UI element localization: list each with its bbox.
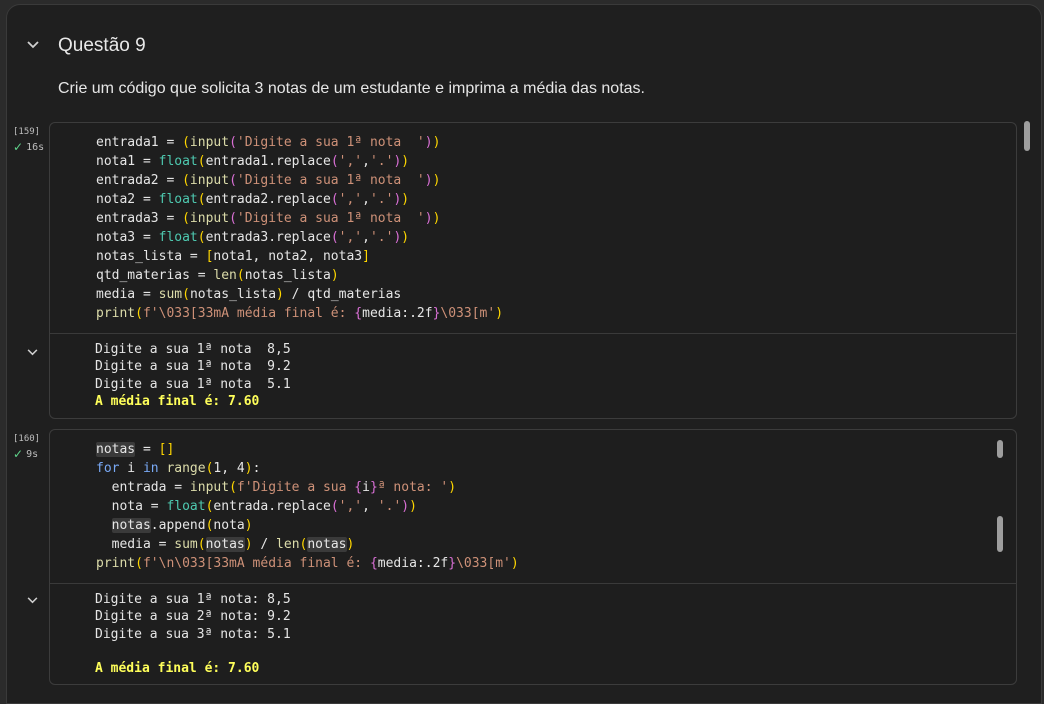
output-text: Digite a sua 1ª nota 8,5 Digite a sua 1ª… — [50, 334, 1016, 410]
execution-duration: 9s — [26, 448, 39, 460]
code-editor[interactable]: notas = [] for i in range(1, 4): entrada… — [50, 430, 1016, 573]
check-icon: ✓ — [13, 140, 24, 154]
execution-status: ✓ 16s — [13, 140, 53, 154]
output-collapse-chevron-down-icon[interactable] — [22, 590, 42, 610]
cell-output: Digite a sua 1ª nota: 8,5 Digite a sua 2… — [27, 583, 1016, 686]
code-line: nota3 = float(entrada3.replace(',','.')) — [96, 230, 410, 245]
output-line: Digite a sua 1ª nota 5.1 — [95, 376, 291, 392]
code-line: nota1 = float(entrada1.replace(',','.')) — [96, 154, 410, 169]
code-line: notas.append(nota) — [111, 518, 253, 533]
code-line: for i in range(1, 4): — [96, 461, 261, 476]
code-line: media = sum(notas_lista) / qtd_materias — [96, 287, 402, 302]
cell-output: Digite a sua 1ª nota 8,5 Digite a sua 1ª… — [27, 333, 1016, 420]
code-line: nota = float(entrada.replace(',', '.')) — [96, 499, 417, 514]
cell-execution-info: [159] ✓ 16s — [13, 127, 53, 154]
section-description: Crie um código que solicita 3 notas de u… — [58, 80, 645, 97]
output-line: Digite a sua 2ª nota: 9.2 — [95, 609, 291, 625]
code-line: entrada1 = (input('Digite a sua 1ª nota … — [96, 135, 441, 150]
code-line: print(f'\033[33mA média final é: {media:… — [96, 306, 504, 321]
section-title: Questão 9 — [58, 35, 146, 56]
code-cell-159[interactable]: entrada1 = (input('Digite a sua 1ª nota … — [27, 122, 1017, 420]
output-collapse-chevron-down-icon[interactable] — [22, 342, 42, 362]
output-result: A média final é: 7.60 — [95, 393, 260, 409]
code-line: notas = [] — [96, 442, 175, 457]
code-cell-160[interactable]: notas = [] for i in range(1, 4): entrada… — [27, 429, 1017, 686]
code-line: entrada = input(f'Digite a sua {i}ª nota… — [96, 480, 457, 495]
editor-scroll-marker — [997, 440, 1003, 458]
execution-status: ✓ 9s — [13, 447, 53, 461]
execution-count: [160] — [13, 434, 41, 444]
output-line: Digite a sua 1ª nota 8,5 — [95, 342, 291, 357]
notebook-section: Questão 9 Crie um código que solicita 3 … — [6, 4, 1042, 704]
editor-scrollbar-thumb[interactable] — [997, 516, 1003, 552]
execution-duration: 16s — [26, 141, 45, 153]
scrollbar-thumb[interactable] — [1024, 121, 1030, 151]
output-line: Digite a sua 3ª nota: 5.1 — [95, 626, 291, 642]
output-line: Digite a sua 1ª nota 9.2 — [95, 359, 291, 375]
section-collapse-chevron-down-icon[interactable] — [23, 35, 43, 55]
code-line: qtd_materias = len(notas_lista) — [96, 268, 339, 283]
code-line: notas_lista = [nota1, nota2, nota3] — [96, 249, 370, 264]
code-line: print(f'\n\033[33mA média final é: {medi… — [96, 556, 519, 571]
code-line: media = sum(notas) / len(notas) — [96, 537, 355, 552]
cell-execution-info: [160] ✓ 9s — [13, 434, 53, 461]
code-line: entrada2 = (input('Digite a sua 1ª nota … — [96, 173, 441, 188]
execution-count: [159] — [13, 127, 41, 137]
output-line: Digite a sua 1ª nota: 8,5 — [95, 592, 291, 607]
code-line: entrada3 = (input('Digite a sua 1ª nota … — [96, 211, 441, 226]
code-editor[interactable]: entrada1 = (input('Digite a sua 1ª nota … — [50, 123, 1016, 323]
code-line: nota2 = float(entrada2.replace(',','.')) — [96, 192, 410, 207]
output-result: A média final é: 7.60 — [95, 661, 260, 677]
check-icon: ✓ — [13, 447, 24, 461]
output-text: Digite a sua 1ª nota: 8,5 Digite a sua 2… — [50, 584, 1016, 677]
